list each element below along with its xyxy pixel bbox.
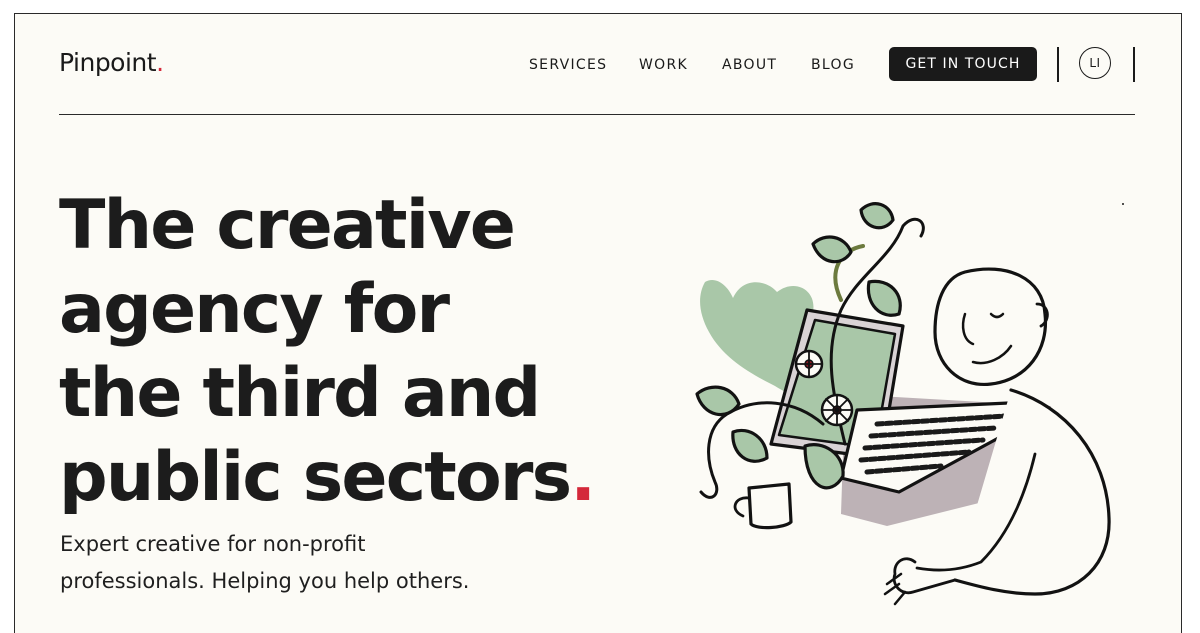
hero-title-dot: .	[570, 438, 596, 517]
hero-title-line-2: agency for	[59, 270, 450, 349]
hero-subtitle-line-1: Expert creative for non-profit	[60, 532, 366, 556]
hero-title-line-3: the third and	[59, 354, 541, 433]
header-divider	[1057, 47, 1059, 82]
hero-title-line-1: The creative	[59, 186, 516, 265]
brand-logo[interactable]: Pinpoint.	[59, 48, 164, 77]
hero-title: The creative agency for the third and publi…	[59, 184, 619, 520]
nav-item-blog[interactable]: BLOG	[811, 57, 855, 73]
site-header: Pinpoint. SERVICES WORK ABOUT BLOG GET I…	[59, 42, 1135, 115]
get-in-touch-button[interactable]: GET IN TOUCH	[889, 47, 1037, 81]
nav-item-work[interactable]: WORK	[639, 57, 688, 73]
hero-illustration	[695, 202, 1124, 606]
nav-item-services[interactable]: SERVICES	[529, 57, 607, 73]
header-divider-right	[1133, 47, 1135, 82]
hero-subtitle: Expert creative for non-profit profession…	[60, 526, 540, 600]
brand-dot: .	[156, 48, 164, 77]
linkedin-icon[interactable]: LI	[1079, 47, 1111, 79]
brand-name: Pinpoint	[59, 48, 157, 77]
nav-item-about[interactable]: ABOUT	[722, 57, 777, 73]
page-frame: Pinpoint. SERVICES WORK ABOUT BLOG GET I…	[14, 13, 1182, 633]
hero-subtitle-line-2: professionals. Helping you help others.	[60, 569, 470, 593]
hero-title-line-4: public sectors	[59, 438, 572, 517]
